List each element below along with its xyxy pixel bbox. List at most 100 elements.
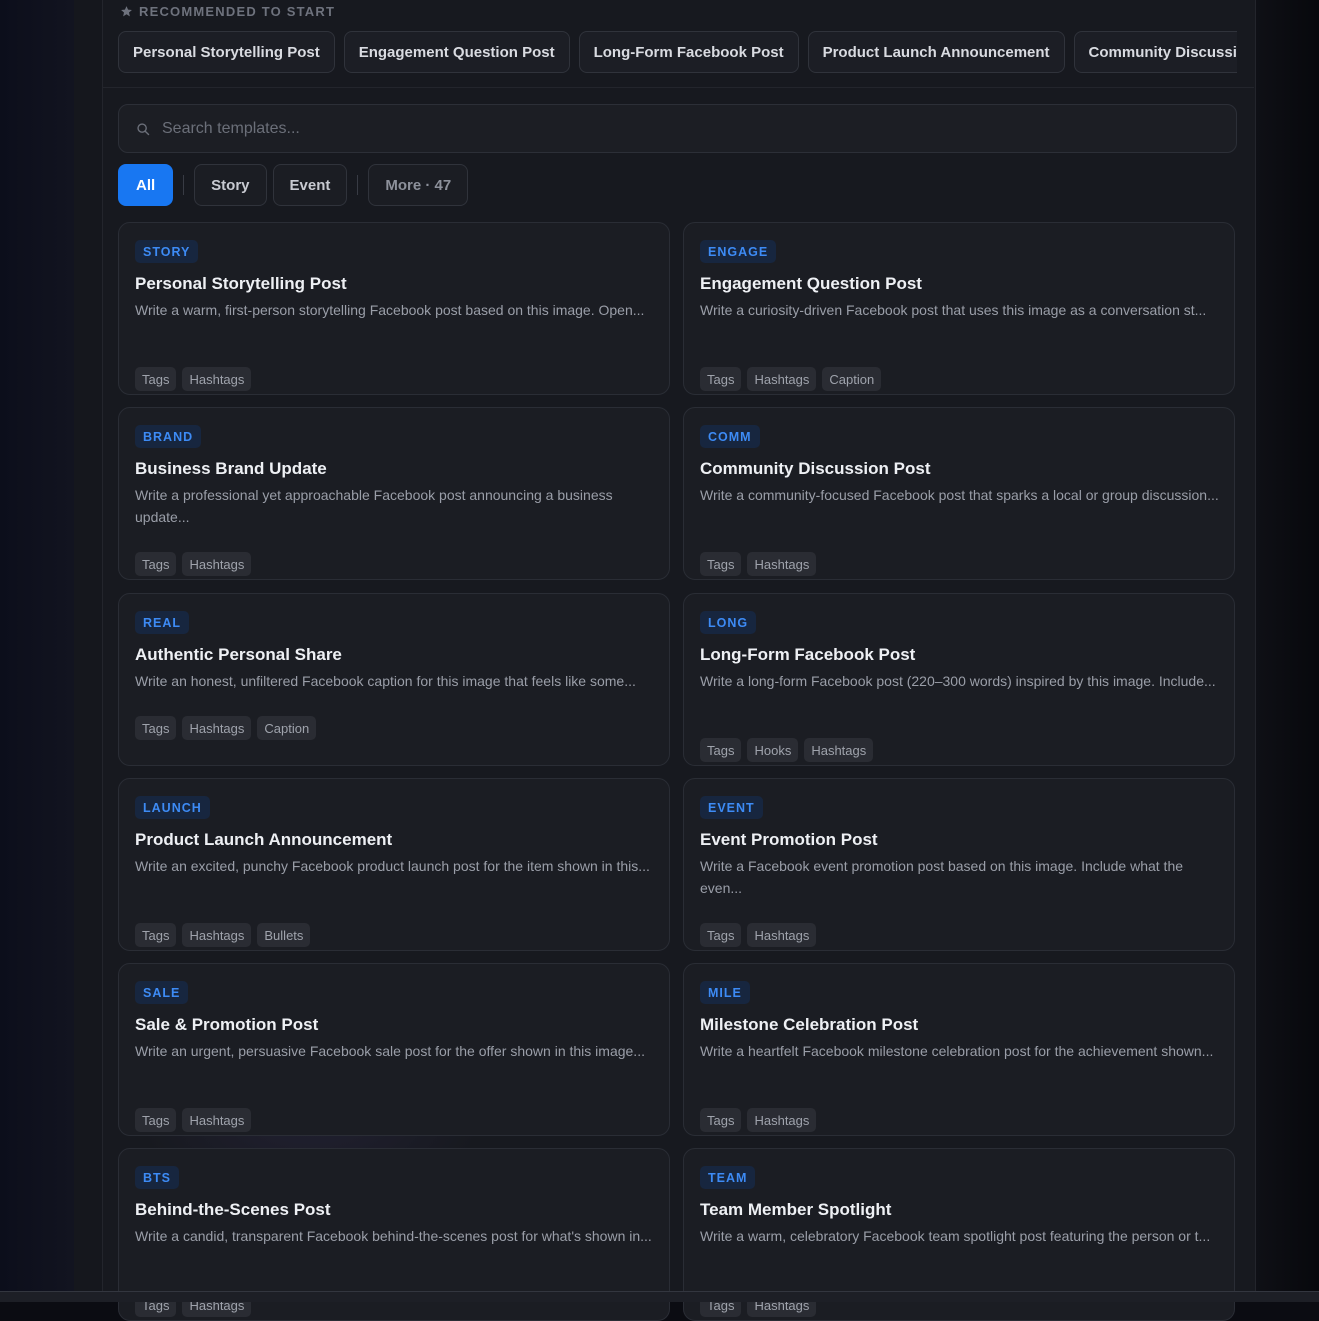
template-description: Write an excited, punchy Facebook produc…	[135, 858, 650, 874]
filter-more[interactable]: More · 47	[368, 164, 469, 206]
recommended-chip[interactable]: Personal Storytelling Post	[118, 31, 335, 73]
recommended-heading-text: RECOMMENDED TO START	[139, 3, 336, 19]
recommended-chip[interactable]: Product Launch Announcement	[807, 31, 1065, 73]
template-description: Write an urgent, persuasive Facebook sal…	[135, 1043, 645, 1059]
search-icon	[137, 122, 150, 135]
template-card[interactable]: MILE Milestone Celebration Post Write a he…	[683, 963, 1235, 1136]
category-badge: TEAM	[700, 1166, 756, 1189]
tag: Tags	[135, 923, 177, 947]
template-title: Product Launch Announcement	[135, 830, 393, 849]
tag: Tags	[135, 716, 177, 740]
tag: Tags	[135, 1108, 177, 1132]
template-description: Write an honest, unfiltered Facebook cap…	[135, 673, 636, 689]
filter-story[interactable]: Story	[194, 164, 267, 206]
search-bar	[118, 104, 1237, 153]
template-card[interactable]: EVENT Event Promotion Post Write a Faceboo…	[683, 778, 1235, 951]
template-title: Engagement Question Post	[700, 274, 922, 293]
template-title: Personal Storytelling Post	[135, 274, 347, 293]
filter-event[interactable]: Event	[272, 164, 348, 206]
category-badge: LAUNCH	[135, 796, 210, 819]
category-badge: BRAND	[135, 425, 202, 448]
template-description: Write a candid, transparent Facebook beh…	[135, 1228, 652, 1244]
template-description: Write a professional yet approachable Fa…	[135, 487, 613, 525]
tag: Caption	[257, 716, 317, 740]
tag: Hashtags	[804, 738, 874, 762]
tag: Bullets	[257, 923, 311, 947]
category-badge: LONG	[700, 611, 757, 634]
tag-list: Tags Hashtags	[135, 367, 252, 391]
category-badge: SALE	[135, 981, 189, 1004]
tag: Hashtags	[182, 552, 252, 576]
template-card[interactable]: REAL Authentic Personal Share Write an hon…	[118, 593, 670, 766]
tag: Tags	[700, 367, 742, 391]
template-description: Write a warm, celebratory Facebook team …	[700, 1228, 1211, 1244]
category-badge: STORY	[135, 240, 199, 263]
template-title: Community Discussion Post	[700, 459, 931, 478]
template-card[interactable]: BRAND Business Brand Update Write a profes…	[118, 407, 670, 580]
category-badge: BTS	[135, 1166, 179, 1189]
tag-list: Tags Hashtags	[700, 1108, 817, 1132]
tag: Hashtags	[747, 367, 817, 391]
category-badge: REAL	[135, 611, 190, 634]
tag: Hashtags	[182, 716, 252, 740]
tag: Caption	[822, 367, 882, 391]
bottom-scroll-edge	[0, 1291, 1319, 1302]
tag-list: Tags Hashtags Caption	[135, 716, 317, 740]
template-description: Write a warm, first-person storytelling …	[135, 302, 645, 318]
tag: Hashtags	[747, 1108, 817, 1132]
right-sidebar	[1254, 0, 1319, 1302]
tag: Tags	[700, 1108, 742, 1132]
template-description: Write a Facebook event promotion post ba…	[700, 858, 1184, 896]
template-card[interactable]: STORY Personal Storytelling Post Write a w…	[118, 222, 670, 395]
template-title: Business Brand Update	[135, 459, 327, 478]
recommended-chip[interactable]: Community Discussion Post	[1073, 31, 1237, 73]
filter-separator	[357, 175, 359, 195]
template-description: Write a heartfelt Facebook milestone cel…	[700, 1043, 1214, 1059]
template-title: Sale & Promotion Post	[135, 1015, 319, 1034]
template-title: Long-Form Facebook Post	[700, 645, 916, 664]
tag: Hashtags	[182, 367, 252, 391]
tag: Hashtags	[747, 923, 817, 947]
template-card[interactable]: LAUNCH Product Launch Announcement Write a…	[118, 778, 670, 951]
template-description: Write a curiosity-driven Facebook post t…	[700, 302, 1207, 318]
tag-list: Tags Hashtags	[135, 1108, 252, 1132]
tag: Tags	[135, 367, 177, 391]
category-badge: COMM	[700, 425, 760, 448]
tag-list: Tags Hashtags	[135, 552, 252, 576]
template-title: Event Promotion Post	[700, 830, 878, 849]
left-sidebar	[0, 0, 75, 1302]
tag: Hashtags	[182, 1108, 252, 1132]
tag: Tags	[700, 923, 742, 947]
template-title: Authentic Personal Share	[135, 645, 342, 664]
tag: Hashtags	[747, 552, 817, 576]
recommended-chip[interactable]: Long-Form Facebook Post	[578, 31, 799, 73]
template-card[interactable]: ENGAGE Engagement Question Post Write a cu…	[683, 222, 1235, 395]
tag-list: Tags Hashtags	[700, 923, 817, 947]
tag: Tags	[700, 552, 742, 576]
template-title: Milestone Celebration Post	[700, 1015, 919, 1034]
tag: Hashtags	[182, 923, 252, 947]
tag: Tags	[135, 552, 177, 576]
tag-list: Tags Hashtags Caption	[700, 367, 882, 391]
recommended-heading: RECOMMENDED TO START	[120, 3, 335, 19]
recommended-chips: Personal Storytelling Post Engagement Qu…	[118, 31, 1237, 73]
template-card[interactable]: COMM Community Discussion Post Write a com…	[683, 407, 1235, 580]
recommended-chip[interactable]: Engagement Question Post	[343, 31, 570, 73]
section-divider	[102, 87, 1254, 88]
tag-list: Tags Hooks Hashtags	[700, 738, 874, 762]
star-icon	[121, 5, 132, 16]
template-card[interactable]: SALE Sale & Promotion Post Write an urgent…	[118, 963, 670, 1136]
template-description: Write a long-form Facebook post (220–300…	[700, 673, 1216, 689]
filter-all[interactable]: All	[118, 164, 174, 206]
template-title: Behind-the-Scenes Post	[135, 1200, 331, 1219]
tag: Hooks	[747, 738, 799, 762]
search-input[interactable]	[160, 118, 1236, 139]
filter-bar: All Story Event More · 47	[118, 164, 469, 206]
template-card[interactable]: LONG Long-Form Facebook Post Write a long-…	[683, 593, 1235, 766]
tag: Tags	[700, 738, 742, 762]
category-badge: EVENT	[700, 796, 763, 819]
category-badge: MILE	[700, 981, 750, 1004]
template-title: Team Member Spotlight	[700, 1200, 892, 1219]
category-badge: ENGAGE	[700, 240, 777, 263]
tag-list: Tags Hashtags	[700, 552, 817, 576]
